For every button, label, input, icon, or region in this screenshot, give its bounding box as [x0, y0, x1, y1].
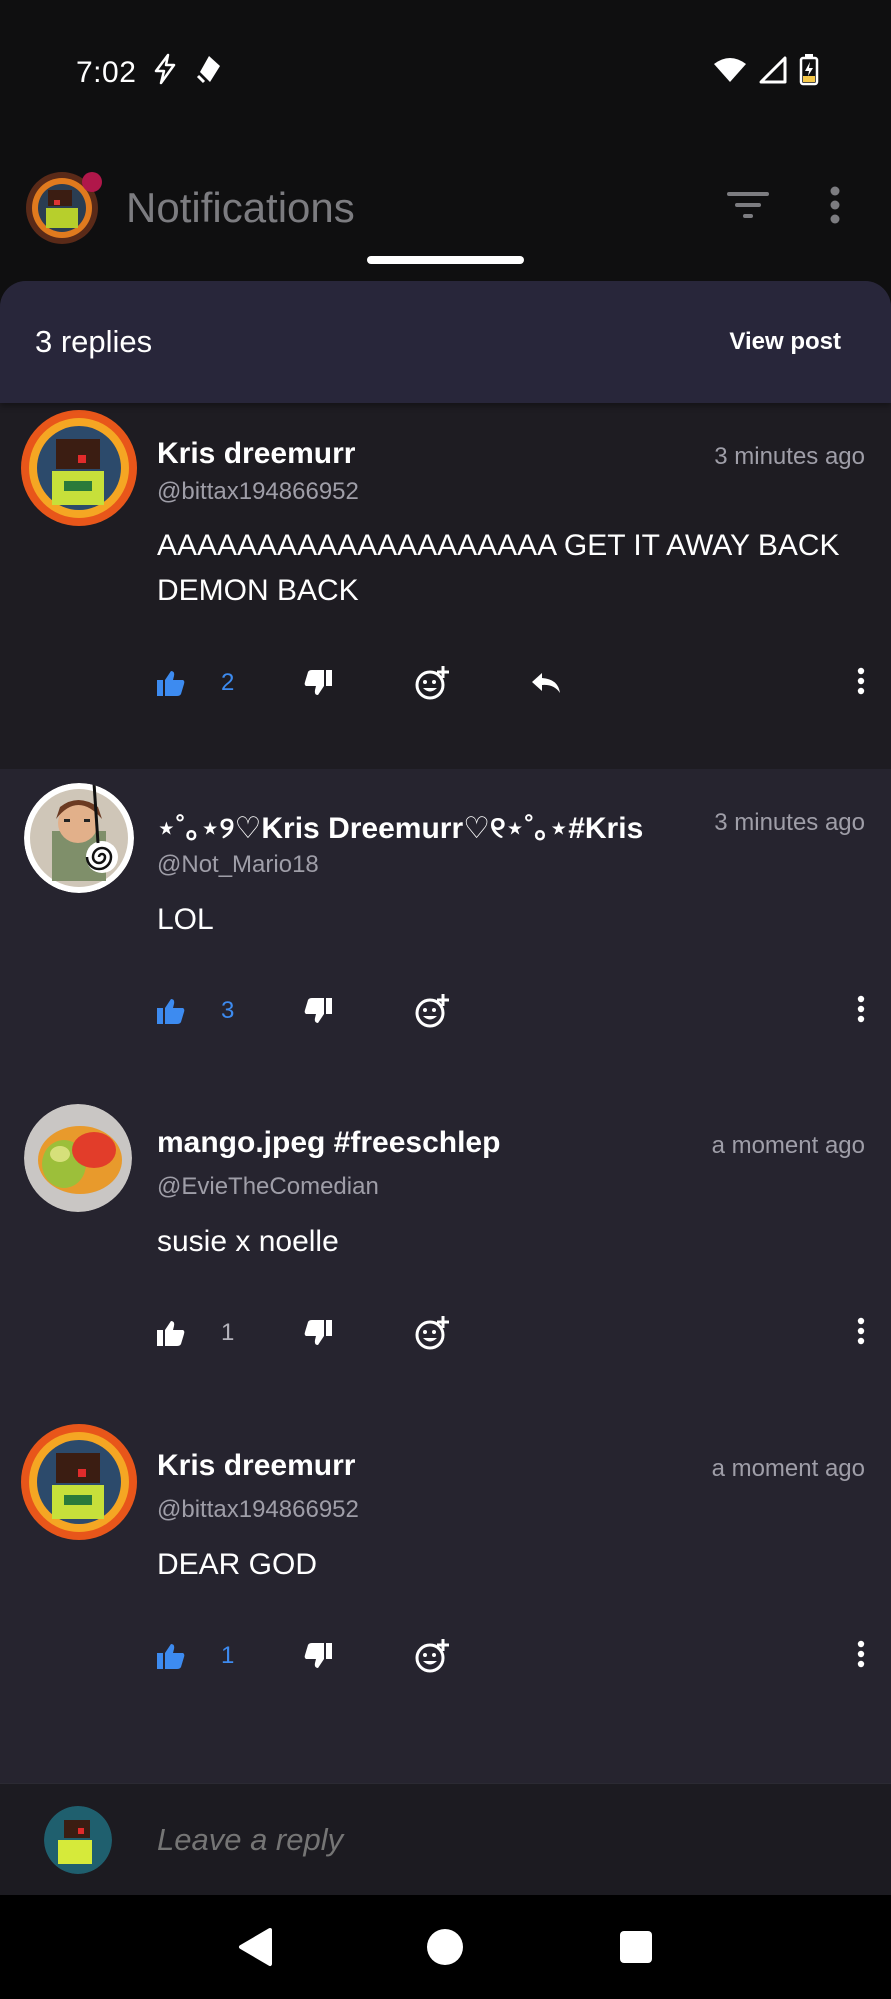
battery-charging-icon: [799, 54, 819, 91]
page-title: Notifications: [126, 183, 355, 231]
add-reaction-icon: [415, 1316, 450, 1350]
thumb-down-icon: [305, 670, 333, 695]
comment-actions: 3: [157, 991, 865, 1031]
system-nav-bar: [0, 1895, 891, 1999]
comment-text: LOL: [157, 903, 214, 936]
more-vert-icon: [857, 1640, 865, 1668]
profile-avatar[interactable]: [24, 170, 102, 246]
status-bar: 7:02: [0, 0, 891, 145]
reply-icon: [532, 673, 561, 693]
comment-author-name[interactable]: mango.jpeg #freeschlep: [157, 1126, 500, 1160]
more-vert-icon: [857, 995, 865, 1023]
dislike-button[interactable]: [304, 1320, 333, 1346]
sheet-header: 3 replies View post: [0, 281, 891, 403]
avatar: [44, 1805, 112, 1874]
reply-composer: [0, 1783, 891, 1895]
avatar[interactable]: [20, 1423, 138, 1541]
like-count: 3: [221, 997, 235, 1024]
add-reaction-button[interactable]: [414, 1638, 450, 1674]
like-button[interactable]: 2: [157, 669, 234, 697]
add-reaction-button[interactable]: [414, 1315, 450, 1351]
comment-more-button[interactable]: [857, 667, 865, 700]
like-count: 2: [221, 669, 235, 696]
like-button[interactable]: 3: [157, 997, 234, 1025]
thumb-up-icon: [157, 999, 185, 1024]
avatar[interactable]: [24, 1104, 132, 1212]
comment-actions: 1: [157, 1313, 865, 1353]
comment-timestamp: 3 minutes ago: [708, 809, 865, 837]
status-time: 7:02: [76, 55, 137, 89]
replies-count: 3 replies: [35, 324, 153, 359]
comment-item: Kris dreemurr 3 minutes ago @bittax19486…: [0, 403, 891, 769]
add-reaction-icon: [415, 666, 450, 700]
comment-text: susie x noelle: [157, 1225, 339, 1258]
dislike-button[interactable]: [304, 998, 333, 1024]
more-vert-icon: [857, 1317, 865, 1345]
thumb-down-icon: [305, 1643, 333, 1668]
comment-author-name[interactable]: Kris dreemurr: [157, 1449, 355, 1483]
sheet-drag-handle[interactable]: [367, 256, 524, 264]
comment-author-handle[interactable]: @bittax194866952: [157, 478, 359, 506]
dislike-button[interactable]: [304, 1643, 333, 1669]
notification-dot: [82, 171, 102, 192]
avatar[interactable]: [24, 783, 134, 893]
recents-nav-icon[interactable]: [606, 1917, 666, 1977]
thumb-down-icon: [305, 998, 333, 1023]
more-vert-icon: [857, 667, 865, 695]
comment-author-handle[interactable]: @Not_Mario18: [157, 851, 319, 879]
more-vert-icon[interactable]: [829, 185, 841, 230]
app-bar: Notifications: [0, 145, 891, 270]
like-count: 1: [221, 1642, 235, 1669]
comment-more-button[interactable]: [857, 1317, 865, 1350]
home-nav-icon[interactable]: [415, 1917, 475, 1977]
comment-more-button[interactable]: [857, 995, 865, 1028]
thumb-up-icon: [157, 671, 185, 696]
comment-timestamp: a moment ago: [705, 1455, 865, 1483]
app-notification-icon: [194, 54, 224, 92]
comment-item: ⋆˚｡⋆୨♡Kris Dreemurr♡୧⋆˚｡⋆#Kris 3 minutes…: [0, 769, 891, 1092]
thumb-up-icon: [157, 1644, 185, 1669]
dislike-button[interactable]: [304, 670, 333, 696]
like-count: 1: [221, 1319, 235, 1346]
avatar[interactable]: [20, 409, 138, 527]
wifi-icon: [713, 56, 747, 89]
comment-author-handle[interactable]: @bittax194866952: [157, 1496, 359, 1524]
comment-item: Kris dreemurr a moment ago @bittax194866…: [0, 1415, 891, 1715]
reply-input[interactable]: [157, 1821, 757, 1858]
comment-actions: 2: [157, 663, 865, 703]
flash-icon: [150, 53, 180, 93]
comment-text: AAAAAAAAAAAAAAAAAAAA GET IT AWAY BACK DE…: [157, 529, 840, 607]
filter-icon[interactable]: [727, 190, 769, 225]
view-post-button[interactable]: View post: [729, 328, 841, 356]
comment-actions: 1: [157, 1636, 865, 1676]
add-reaction-button[interactable]: [414, 993, 450, 1029]
back-nav-icon[interactable]: [225, 1917, 285, 1977]
comment-text: DEAR GOD: [157, 1548, 318, 1581]
add-reaction-icon: [415, 994, 450, 1028]
like-button[interactable]: 1: [157, 1642, 234, 1670]
comment-author-name[interactable]: Kris dreemurr: [157, 437, 355, 471]
add-reaction-icon: [415, 1639, 450, 1673]
signal-icon: [759, 56, 787, 89]
comment-author-handle[interactable]: @EvieTheComedian: [157, 1173, 379, 1201]
replies-sheet: 3 replies View post Kris dreemurr 3 minu…: [0, 281, 891, 1895]
comment-item: mango.jpeg #freeschlep a moment ago @Evi…: [0, 1092, 891, 1415]
like-button[interactable]: 1: [157, 1319, 234, 1347]
add-reaction-button[interactable]: [414, 665, 450, 701]
comment-more-button[interactable]: [857, 1640, 865, 1673]
thumb-down-icon: [305, 1320, 333, 1345]
comment-timestamp: 3 minutes ago: [708, 443, 865, 471]
thumb-up-icon: [157, 1321, 185, 1346]
comment-author-name[interactable]: ⋆˚｡⋆୨♡Kris Dreemurr♡୧⋆˚｡⋆#Kris: [157, 803, 643, 847]
reply-button[interactable]: [530, 671, 562, 695]
comment-timestamp: a moment ago: [705, 1132, 865, 1160]
